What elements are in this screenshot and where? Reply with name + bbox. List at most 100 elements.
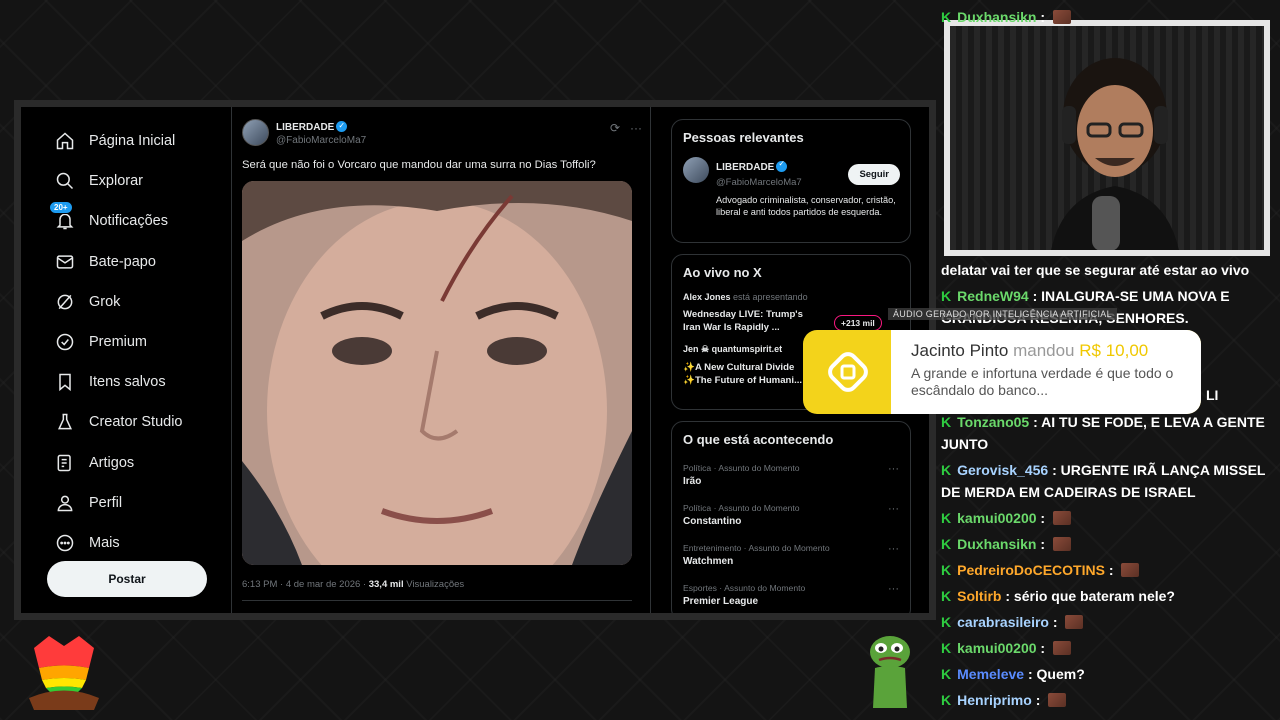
divider [650,107,651,613]
trend-item[interactable]: Política · Assunto do Momento Constantin… [683,503,899,527]
more-options-icon[interactable]: ··· [888,583,899,595]
x-browser-window: Página Inicial Explorar 20+ Notificações… [14,100,936,620]
trend-category: Política · Assunto do Momento [683,463,800,473]
nav-more[interactable]: Mais [21,523,231,563]
verified-badge-icon [336,119,348,132]
nav-label: Itens salvos [89,374,166,391]
trend-item[interactable]: Esportes · Assunto do Momento Premier Le… [683,583,899,607]
chat-username[interactable]: Tonzano05 [957,414,1029,430]
chat-username[interactable]: Soltirb [957,588,1001,604]
nav-profile[interactable]: Perfil [21,483,231,523]
more-options-icon[interactable]: ··· [888,463,899,475]
tweet-author-handle[interactable]: @FabioMarceloMa7 [276,134,366,147]
alert-message: A grande e infortuna verdade é que todo … [911,365,1174,398]
chat-username[interactable]: PedreiroDoCECOTINS [957,562,1105,578]
chat-message: KRedneW94 : INALGURA-SE UMA NOVA E GRAND… [941,288,1230,326]
article-icon [57,454,71,471]
bookmark-icon [59,373,71,392]
emote-icon [1052,537,1071,551]
more-options-icon[interactable]: ··· [888,543,899,555]
grok-icon[interactable]: ⟳ [610,121,620,135]
tweet-photo[interactable] [242,181,632,565]
nav-creator-studio[interactable]: Creator Studio [21,402,231,442]
tweet-author-name[interactable]: LIBERDADE [276,122,334,133]
chat-username[interactable]: Henriprimo [957,692,1032,708]
chat-username[interactable]: kamui00200 [957,640,1036,656]
card-title: Pessoas relevantes [683,130,804,145]
nav-bookmarks[interactable]: Itens salvos [21,362,231,402]
webcam-overlay [944,20,1270,256]
chat-message: Kkamui00200 : [941,637,1071,659]
card-title: O que está acontecendo [683,432,834,447]
chat-username[interactable]: kamui00200 [957,510,1036,526]
post-button[interactable]: Postar [47,561,207,597]
more-options-icon[interactable]: ··· [630,121,642,135]
chat-message: Kcarabrasileiro : [941,611,1084,633]
trend-name: Irão [683,476,702,487]
more-options-icon[interactable]: ··· [888,503,899,515]
emote-icon [1065,615,1084,629]
trends-card: O que está acontecendo Política · Assunt… [671,421,911,613]
trend-name: Constantino [683,516,742,527]
tweet-header: LIBERDADE @FabioMarceloMa7 [242,119,366,147]
trend-item[interactable]: Política · Assunto do Momento Irão ··· [683,463,899,487]
trend-category: Entretenimento · Assunto do Momento [683,543,830,553]
chat-username[interactable]: Duxhansikn [957,9,1036,25]
follow-button[interactable]: Seguir [848,164,900,185]
kick-icon: K [941,462,952,478]
more-icon [56,534,74,552]
live-title: Wednesday LIVE: Trump's Iran War Is Rapi… [683,309,803,333]
nav-premium[interactable]: Premium [21,322,231,362]
kick-icon: K [941,414,952,430]
tweet-timestamp[interactable]: 6:13 PM · 4 de mar de 2026 · [242,579,369,590]
pepe-emote [870,636,910,708]
chat-username[interactable]: Gerovisk_456 [957,462,1048,478]
nav-label: Perfil [89,494,123,511]
nav-explore[interactable]: Explorar [21,161,231,201]
kick-icon: K [941,692,952,708]
trend-name: Watchmen [683,556,734,567]
kick-icon: K [941,288,952,304]
trend-name: Premier League [683,596,759,607]
emote-icon [1048,693,1067,707]
chat-username[interactable]: RedneW94 [957,288,1029,304]
pix-icon [828,352,868,392]
relevant-people-card: Pessoas relevantes LIBERDADE @FabioMarce… [671,119,911,243]
live-listeners-badge: +213 mil [834,315,882,331]
nav-home[interactable]: Página Inicial [21,121,231,161]
chat-username[interactable]: Duxhansikn [957,536,1036,552]
nav-articles[interactable]: Artigos [21,443,231,483]
nav-label: Mais [89,534,120,551]
mail-icon [56,255,74,269]
chat-text: delatar vai ter que se segurar até estar… [941,262,1250,278]
chat-message: K Tonzano05 : AI TU SE FODE, E LEVA A GEN… [941,414,1265,452]
trend-item[interactable]: Entretenimento · Assunto do Momento Watc… [683,543,899,567]
nav-notifications[interactable]: 20+ Notificações [21,201,231,241]
kick-icon: K [941,666,952,682]
donation-alert: Jacinto Pinto mandou R$ 10,00 A grande e… [803,330,1201,414]
nav-grok[interactable]: Grok [21,282,231,322]
nav-label: Bate-papo [89,253,156,270]
nav-label: Artigos [89,454,135,471]
grok-icon [57,294,73,310]
sidebar-nav: Página Inicial Explorar 20+ Notificações… [21,107,231,613]
kick-icon: K [941,510,952,526]
rainbow-bird-emote [29,636,99,710]
avatar[interactable] [683,157,709,183]
person-icon [57,495,73,512]
avatar[interactable] [242,119,269,146]
chat-username[interactable]: carabrasileiro [957,614,1049,630]
nav-label: Premium [89,334,148,351]
live-host-name: Jen ☠ quantumspirit.et [683,344,783,354]
chat-message: delatar vai ter que se segurar até estar… [941,259,1276,281]
trend-category: Esportes · Assunto do Momento [683,583,806,593]
alert-amount: R$ 10,00 [1079,341,1149,360]
relevant-name[interactable]: LIBERDADE [716,162,774,173]
nav-chat[interactable]: Bate-papo [21,242,231,282]
bell-icon: 20+ [49,201,75,231]
alert-donor: Jacinto Pinto [911,341,1009,360]
chat-username[interactable]: Memeleve [957,666,1024,682]
kick-icon: K [941,588,952,604]
chat-message: LI [1206,384,1218,406]
live-host-name: Alex Jones [683,292,731,302]
